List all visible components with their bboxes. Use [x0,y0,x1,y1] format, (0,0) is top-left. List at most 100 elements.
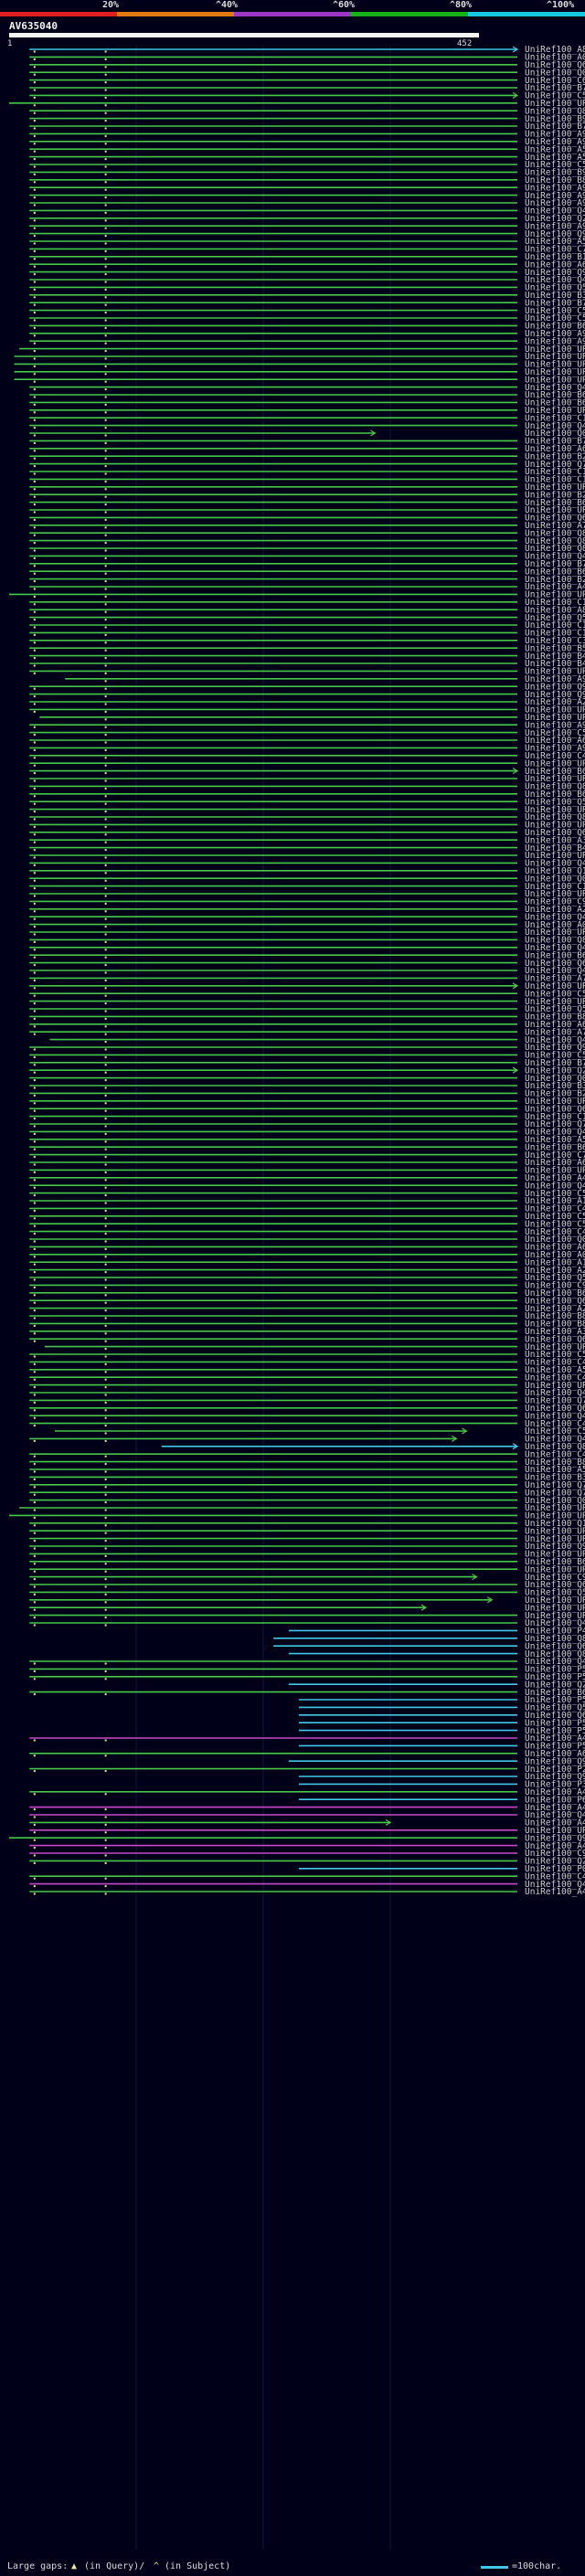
gap-marker [33,1340,36,1342]
gap-marker [33,219,36,222]
gap-marker [33,150,36,153]
gap-marker [33,480,36,482]
gap-marker [104,1378,107,1381]
gap-marker [33,66,36,69]
gap-marker [104,1854,107,1857]
gap-marker [104,949,107,951]
gap-marker [33,1317,36,1320]
gap-marker [104,96,107,99]
gap-marker [33,1563,36,1565]
gap-marker [33,58,36,60]
gap-marker [104,818,107,821]
gap-marker [104,373,107,376]
gap-marker [33,710,36,713]
gap-marker [33,104,36,107]
gap-marker [33,1624,36,1627]
gap-marker [33,196,36,199]
gap-marker [104,281,107,283]
gap-marker [33,1217,36,1220]
gap-marker [33,1263,36,1266]
gap-marker [104,1608,107,1611]
gap-marker [104,319,107,322]
gap-marker [33,603,36,606]
gap-marker [33,1309,36,1312]
gap-marker [104,1332,107,1335]
gap-marker [33,1033,36,1035]
gap-marker [33,242,36,245]
gap-marker [104,1754,107,1757]
gap-marker [33,864,36,866]
in-subject-label: (in Subject) [165,2561,231,2571]
gap-marker [33,73,36,76]
gap-marker [33,1847,36,1850]
gap-marker [33,1678,36,1680]
gap-marker [33,1416,36,1419]
gap-marker [104,872,107,875]
gap-marker [33,649,36,652]
query-gap-marker-icon: ▲ [71,2561,78,2571]
gap-marker [33,326,36,329]
gap-marker [104,1593,107,1595]
gap-marker [33,518,36,521]
gap-marker [33,1286,36,1288]
gap-marker [33,1439,36,1442]
gap-marker [104,979,107,981]
gap-marker [104,1071,107,1074]
gap-marker [33,664,36,667]
hit-label[interactable]: UniRef100_A4HT20 [525,1887,585,1897]
gap-marker [33,1409,36,1412]
gap-marker [104,1102,107,1105]
gap-marker [33,357,36,360]
gap-marker [33,342,36,345]
gap-marker [104,557,107,559]
gap-marker [33,1831,36,1834]
gap-marker [33,619,36,621]
gap-marker [104,188,107,191]
gap-marker [104,971,107,974]
gap-marker [33,1885,36,1888]
gap-marker [33,1256,36,1258]
gap-marker [104,1439,107,1442]
gap-marker [104,833,107,836]
gap-marker [104,1578,107,1581]
gap-marker [104,664,107,667]
gap-marker [104,1678,107,1680]
gap-marker [33,227,36,229]
gap-marker [104,748,107,751]
gap-marker [104,964,107,967]
gap-marker [33,1524,36,1527]
gap-marker [33,1156,36,1159]
gap-marker [104,1877,107,1880]
gap-marker [33,1770,36,1773]
gap-marker [33,1294,36,1297]
gap-marker [104,1348,107,1351]
gap-marker [33,1202,36,1204]
gap-marker [104,879,107,882]
gap-marker [104,710,107,713]
gap-marker [33,1662,36,1665]
gap-marker [33,971,36,974]
gap-marker [104,334,107,337]
gap-marker [104,887,107,890]
gap-marker [33,373,36,376]
gap-marker [33,1209,36,1212]
gap-marker [33,1064,36,1066]
gap-marker [104,1624,107,1627]
gap-marker [104,956,107,959]
gap-marker [33,964,36,967]
gap-marker [33,504,36,506]
gap-marker [33,917,36,920]
gap-marker [104,1233,107,1235]
gap-marker [104,1247,107,1250]
gap-marker [33,1501,36,1504]
gap-marker [33,1224,36,1227]
gap-marker [33,434,36,437]
gap-marker [33,764,36,767]
gap-marker [104,1240,107,1243]
gap-marker [33,1478,36,1480]
gap-marker [33,204,36,207]
gap-marker [104,1693,107,1696]
gap-marker [104,288,107,291]
gap-marker [104,588,107,590]
gap-marker [33,949,36,951]
